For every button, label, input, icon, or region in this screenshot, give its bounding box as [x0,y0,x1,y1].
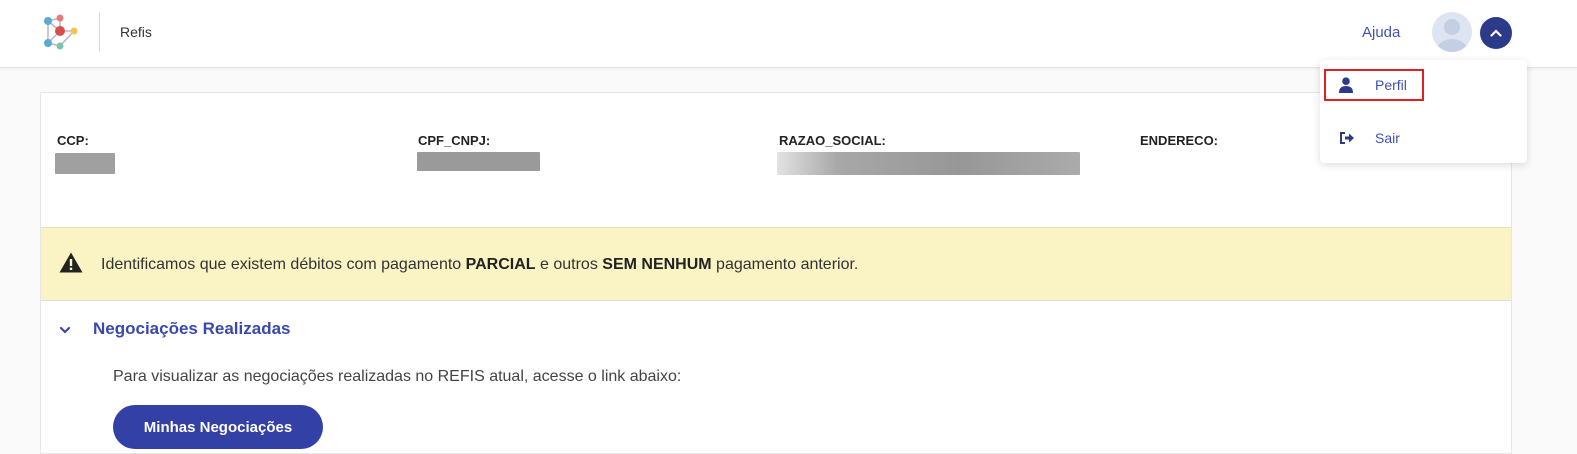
user-dropdown-menu: Perfil Sair [1320,60,1527,163]
menu-item-sair[interactable]: Sair [1324,122,1524,154]
network-logo-icon[interactable] [40,13,80,51]
minhas-negociacoes-button[interactable]: Minhas Negociações [113,405,323,449]
cpf-cnpj-label: CPF_CNPJ: [418,133,491,148]
alert-strong-sem-nenhum: SEM NENHUM [602,256,712,273]
razao-social-value-redacted [777,152,1080,175]
user-menu-toggle-button[interactable] [1480,17,1512,49]
ccp-label: CCP: [57,133,89,148]
user-icon [1339,77,1359,93]
alert-text-before: Identificamos que existem débitos com pa… [101,256,466,273]
app-name: Refis [120,24,152,40]
warning-alert: Identificamos que existem débitos com pa… [41,227,1511,301]
razao-social-label: RAZAO_SOCIAL: [779,133,886,148]
menu-item-label: Perfil [1375,77,1407,93]
chevron-down-icon[interactable] [59,322,71,340]
section-description: Para visualizar as negociações realizada… [113,368,682,385]
main-card: CCP: CPF_CNPJ: RAZAO_SOCIAL: ENDERECO: I… [40,92,1512,454]
section-title[interactable]: Negociações Realizadas [93,319,290,339]
help-link[interactable]: Ajuda [1362,24,1400,41]
endereco-label: ENDERECO: [1140,133,1219,148]
user-avatar-icon[interactable] [1432,12,1472,52]
menu-item-perfil[interactable]: Perfil [1324,69,1424,101]
warning-icon [59,252,83,278]
alert-message: Identificamos que existem débitos com pa… [101,256,858,274]
alert-text-middle: e outros [535,256,603,273]
top-header: Refis Ajuda [0,0,1577,68]
alert-text-after: pagamento anterior. [711,256,859,273]
cpf-cnpj-value-redacted [417,152,540,171]
logout-icon [1339,131,1359,145]
ccp-value-redacted [55,153,115,174]
menu-item-label: Sair [1375,130,1400,146]
chevron-up-icon [1490,24,1502,42]
header-divider [99,12,100,52]
alert-strong-parcial: PARCIAL [465,256,536,273]
